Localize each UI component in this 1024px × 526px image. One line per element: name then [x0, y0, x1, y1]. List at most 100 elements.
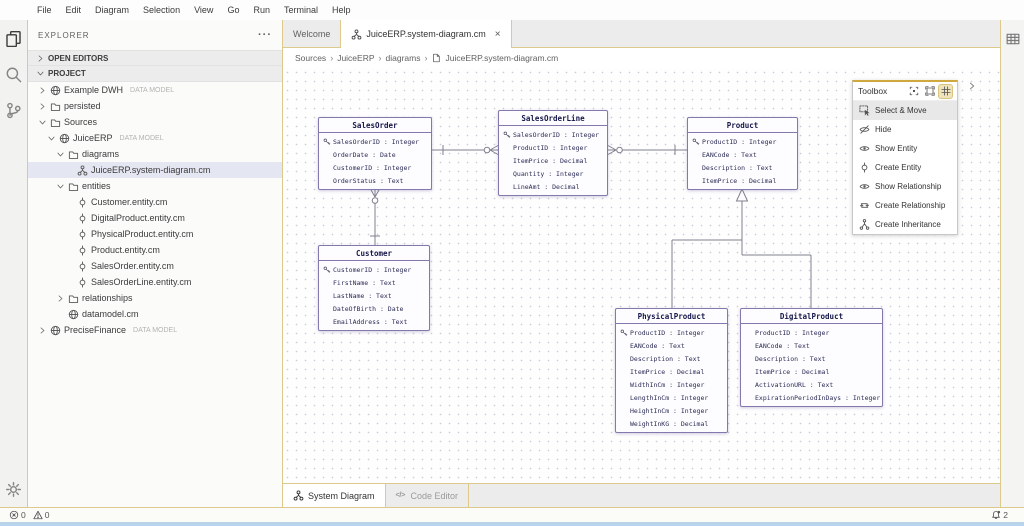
attribute-text: SalesOrderID : Integer [333, 138, 419, 146]
folder-icon [50, 101, 61, 112]
activity-source-control-icon[interactable] [0, 92, 27, 128]
toolbox-item-show-entity[interactable]: Show Entity [853, 139, 957, 158]
tab-label: Welcome [293, 29, 330, 39]
section-label: PROJECT [48, 69, 86, 78]
breadcrumb-item-diagrams[interactable]: diagrams [386, 53, 421, 63]
menu-item-run[interactable]: Run [246, 0, 277, 20]
toolbox-item-hide[interactable]: Hide [853, 120, 957, 139]
tree-item-product-entity-cm[interactable]: Product.entity.cm [28, 242, 282, 258]
diagram-icon [293, 490, 304, 501]
tree-item-datamodel-cm[interactable]: datamodel.cm [28, 306, 282, 322]
entity-attribute: EANCode : Text [741, 339, 882, 352]
menu-item-diagram[interactable]: Diagram [88, 0, 136, 20]
menu-item-terminal[interactable]: Terminal [277, 0, 325, 20]
activity-search-icon[interactable] [0, 56, 27, 92]
menu-item-go[interactable]: Go [220, 0, 246, 20]
relationship-customer-salesorder[interactable] [370, 189, 380, 245]
table-icon[interactable] [1006, 32, 1020, 46]
warnings-indicator[interactable]: 0 [33, 510, 50, 520]
toolbox-item-label: Create Relationship [875, 201, 945, 210]
activity-gear-icon[interactable] [0, 471, 27, 507]
tree-item-sources[interactable]: Sources [28, 114, 282, 130]
section-project[interactable]: PROJECT [28, 66, 282, 82]
entity-attribute: Description : Text [688, 161, 797, 174]
tree-item-entities[interactable]: entities [28, 178, 282, 194]
zoom-fit-icon[interactable] [907, 85, 920, 98]
notifications-indicator[interactable]: 2 [991, 510, 1008, 520]
mode-tab-code-editor[interactable]: </>Code Editor [386, 484, 470, 507]
tree-item-customer-entity-cm[interactable]: Customer.entity.cm [28, 194, 282, 210]
section-open-editors[interactable]: OPEN EDITORS [28, 50, 282, 66]
entity-icon [77, 245, 88, 256]
entity-product[interactable]: ProductProductID : IntegerEANCode : Text… [687, 117, 798, 190]
menu-item-selection[interactable]: Selection [136, 0, 187, 20]
attribute-text: ActivationURL : Text [755, 381, 833, 389]
key-spacer [323, 305, 331, 313]
menu-item-view[interactable]: View [187, 0, 220, 20]
tab-welcome[interactable]: Welcome [283, 20, 341, 47]
entity-physicalproduct[interactable]: PhysicalProductProductID : IntegerEANCod… [615, 308, 728, 433]
attribute-text: Description : Text [755, 355, 825, 363]
toolbox-item-create-relationship[interactable]: Create Relationship [853, 196, 957, 215]
attribute-text: LineAmt : Decimal [513, 183, 580, 191]
chevron-right-icon[interactable] [967, 81, 977, 91]
bell-icon [991, 510, 1001, 520]
menu-item-help[interactable]: Help [325, 0, 358, 20]
grid-icon[interactable] [939, 85, 952, 98]
toolbox-item-select-move[interactable]: Select & Move [853, 101, 957, 120]
diagram-canvas[interactable]: SalesOrderSalesOrderID : IntegerOrderDat… [283, 68, 1000, 483]
datamodel-icon [50, 85, 61, 96]
errors-indicator[interactable]: 0 [9, 510, 26, 520]
tree-item-label: JuiceERP.system-diagram.cm [91, 165, 210, 175]
key-spacer [323, 318, 331, 326]
tree-item-badge: DATA MODEL [130, 87, 174, 94]
breadcrumb-item-juiceerp-system-diagram-cm[interactable]: JuiceERP.system-diagram.cm [445, 53, 558, 63]
tree-item-juiceerp[interactable]: JuiceERPDATA MODEL [28, 130, 282, 146]
tree-item-salesorder-entity-cm[interactable]: SalesOrder.entity.cm [28, 258, 282, 274]
key-spacer [503, 144, 511, 152]
entity-digitalproduct[interactable]: DigitalProductProductID : IntegerEANCode… [740, 308, 883, 407]
attribute-text: ItemPrice : Decimal [513, 157, 587, 165]
entity-customer[interactable]: CustomerCustomerID : IntegerFirstName : … [318, 245, 430, 331]
key-spacer [692, 151, 700, 159]
mode-tab-system-diagram[interactable]: System Diagram [283, 484, 386, 507]
tree-item-juiceerp-system-diagram-cm[interactable]: JuiceERP.system-diagram.cm [28, 162, 282, 178]
key-spacer [620, 407, 628, 415]
chevron-right-icon [38, 102, 47, 111]
right-panel-bar [1000, 20, 1024, 507]
hide-icon [859, 124, 870, 135]
menu-item-edit[interactable]: Edit [59, 0, 89, 20]
ellipsis-icon[interactable]: ··· [258, 29, 272, 41]
attribute-text: DateOfBirth : Date [333, 305, 403, 313]
warning-count: 0 [45, 510, 50, 520]
breadcrumb-item-sources[interactable]: Sources [295, 53, 326, 63]
frame-icon[interactable] [923, 85, 936, 98]
inheritance-product[interactable] [672, 189, 811, 308]
toolbox-item-create-inheritance[interactable]: Create Inheritance [853, 215, 957, 234]
tree-item-salesorderline-entity-cm[interactable]: SalesOrderLine.entity.cm [28, 274, 282, 290]
attribute-text: HeightInCm : Integer [630, 407, 708, 415]
entity-attribute: LengthInCm : Integer [616, 391, 727, 404]
key-icon [692, 138, 700, 146]
tree-item-example-dwh[interactable]: Example DWHDATA MODEL [28, 82, 282, 98]
toolbox-item-create-entity[interactable]: Create Entity [853, 158, 957, 177]
entity-salesorder[interactable]: SalesOrderSalesOrderID : IntegerOrderDat… [318, 117, 432, 190]
tree-item-digitalproduct-entity-cm[interactable]: DigitalProduct.entity.cm [28, 210, 282, 226]
error-count: 0 [21, 510, 26, 520]
tab-juiceerp-system-diagram-cm[interactable]: JuiceERP.system-diagram.cm× [341, 20, 511, 48]
menu-item-file[interactable]: File [30, 0, 59, 20]
relationship-salesorder-salesorderline[interactable] [432, 145, 498, 155]
tree-item-precisefinance[interactable]: PreciseFinanceDATA MODEL [28, 322, 282, 338]
tree-item-physicalproduct-entity-cm[interactable]: PhysicalProduct.entity.cm [28, 226, 282, 242]
tree-item-label: entities [82, 181, 111, 191]
relationship-salesorderline-product[interactable] [608, 145, 687, 155]
breadcrumb-item-juiceerp[interactable]: JuiceERP [337, 53, 374, 63]
toolbox-item-show-relationship[interactable]: Show Relationship [853, 177, 957, 196]
close-icon[interactable]: × [495, 29, 501, 40]
tree-item-relationships[interactable]: relationships [28, 290, 282, 306]
tree-item-persisted[interactable]: persisted [28, 98, 282, 114]
activity-files-icon[interactable] [0, 20, 27, 56]
tree-item-diagrams[interactable]: diagrams [28, 146, 282, 162]
entity-attribute: SalesOrderID : Integer [319, 135, 431, 148]
entity-salesorderline[interactable]: SalesOrderLineSalesOrderID : IntegerProd… [498, 110, 608, 196]
